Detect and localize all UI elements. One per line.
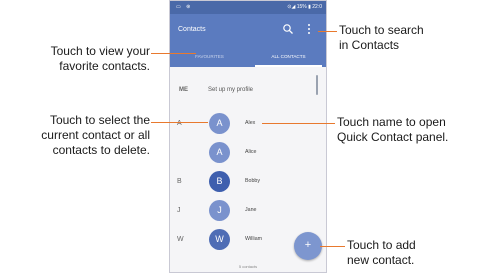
section-letter: J bbox=[177, 207, 181, 214]
callout-line: favorite contacts. bbox=[59, 59, 150, 73]
contact-avatar[interactable]: J bbox=[209, 200, 230, 221]
contact-avatar[interactable]: A bbox=[209, 142, 230, 163]
app-title: Contacts bbox=[178, 26, 206, 33]
callout-line: Touch to add bbox=[347, 238, 416, 252]
setup-profile-link[interactable]: Set up my profile bbox=[208, 87, 253, 93]
callout-line: Touch to search bbox=[339, 23, 424, 37]
section-letter: W bbox=[177, 236, 184, 243]
callout-pointer bbox=[262, 123, 335, 124]
contact-row[interactable]: B B Bobby bbox=[170, 169, 326, 197]
section-letter: B bbox=[177, 178, 182, 185]
contact-list[interactable]: ME Set up my profile A A Alex A Alice B B Bobby… bbox=[170, 67, 326, 272]
contact-name[interactable]: Bobby bbox=[245, 178, 260, 184]
callout-favorites: Touch to view your favorite contacts. bbox=[0, 44, 150, 74]
contact-row[interactable]: A Alice bbox=[170, 140, 326, 168]
contact-row[interactable]: A A Alex bbox=[170, 111, 326, 139]
callout-line: Touch to view your bbox=[50, 44, 150, 58]
app-bar: Contacts bbox=[170, 14, 326, 46]
scrollbar[interactable] bbox=[316, 75, 318, 95]
callout-search: Touch to search in Contacts bbox=[339, 23, 424, 53]
more-options-icon[interactable] bbox=[305, 23, 313, 35]
contact-avatar[interactable]: W bbox=[209, 229, 230, 250]
add-contact-button[interactable]: + bbox=[294, 232, 322, 260]
status-icons-right: ⊙◢ 15% ▮ 22:0 bbox=[287, 4, 322, 10]
callout-line: Touch to select the bbox=[49, 113, 150, 127]
callout-line: in Contacts bbox=[339, 38, 400, 52]
callout-line: new contact. bbox=[347, 253, 415, 267]
callout-line: contacts to delete. bbox=[52, 143, 150, 157]
status-bar: ▭ ⊛ ⊙◢ 15% ▮ 22:0 bbox=[170, 1, 326, 14]
contact-avatar[interactable]: A bbox=[209, 113, 230, 134]
contact-name[interactable]: Alice bbox=[245, 149, 256, 155]
callout-pointer bbox=[151, 122, 208, 123]
callout-line: current contact or all bbox=[41, 128, 150, 142]
status-icons-left: ▭ ⊛ bbox=[176, 4, 193, 10]
phone-screenshot: ▭ ⊛ ⊙◢ 15% ▮ 22:0 Contacts FAVOURITES AL… bbox=[169, 0, 327, 273]
callout-quick-contact: Touch name to open Quick Contact panel. bbox=[337, 115, 448, 145]
tab-all-contacts[interactable]: ALL CONTACTS bbox=[249, 46, 326, 67]
contact-name[interactable]: Jane bbox=[245, 207, 257, 213]
tab-bar: FAVOURITES ALL CONTACTS bbox=[170, 46, 326, 67]
callout-add-contact: Touch to add new contact. bbox=[347, 238, 416, 268]
contact-name[interactable]: William bbox=[245, 236, 262, 242]
callout-pointer bbox=[151, 53, 196, 54]
callout-line: Touch name to open bbox=[337, 115, 446, 129]
me-label: ME bbox=[179, 87, 188, 93]
contact-avatar[interactable]: B bbox=[209, 171, 230, 192]
callout-line: Quick Contact panel. bbox=[337, 130, 449, 144]
contact-row[interactable]: J J Jane bbox=[170, 198, 326, 226]
contact-name[interactable]: Alex bbox=[245, 120, 255, 126]
callout-pointer bbox=[320, 246, 345, 247]
callout-select: Touch to select the current contact or a… bbox=[0, 113, 150, 158]
contact-count: 5 contacts bbox=[238, 264, 258, 269]
search-icon[interactable] bbox=[282, 23, 294, 35]
callout-pointer bbox=[318, 31, 337, 32]
tab-favourites[interactable]: FAVOURITES bbox=[170, 46, 249, 67]
